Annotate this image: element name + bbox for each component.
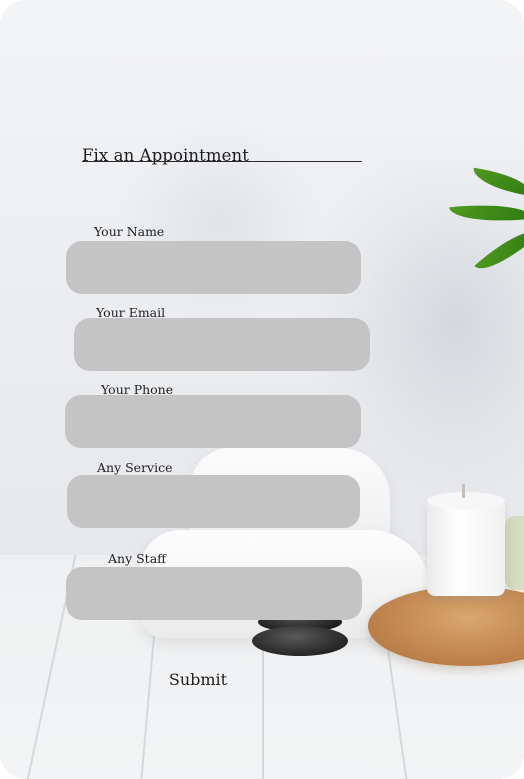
spa-stone-bottom: [252, 626, 348, 656]
name-input[interactable]: [66, 241, 361, 294]
staff-input[interactable]: [66, 567, 362, 620]
staff-label: Any Staff: [108, 551, 167, 566]
service-input[interactable]: [67, 475, 360, 528]
white-candle: [427, 500, 505, 596]
name-label: Your Name: [94, 224, 165, 239]
appointment-card: Fix an Appointment Your Name Your Email …: [0, 0, 524, 779]
email-input[interactable]: [74, 318, 370, 371]
phone-input[interactable]: [65, 395, 361, 448]
service-label: Any Service: [97, 460, 173, 475]
title-underline: [82, 161, 362, 163]
green-candle: [505, 516, 524, 590]
candle-top: [427, 492, 505, 510]
submit-button[interactable]: Submit: [155, 664, 241, 694]
candle-wick: [462, 484, 465, 498]
